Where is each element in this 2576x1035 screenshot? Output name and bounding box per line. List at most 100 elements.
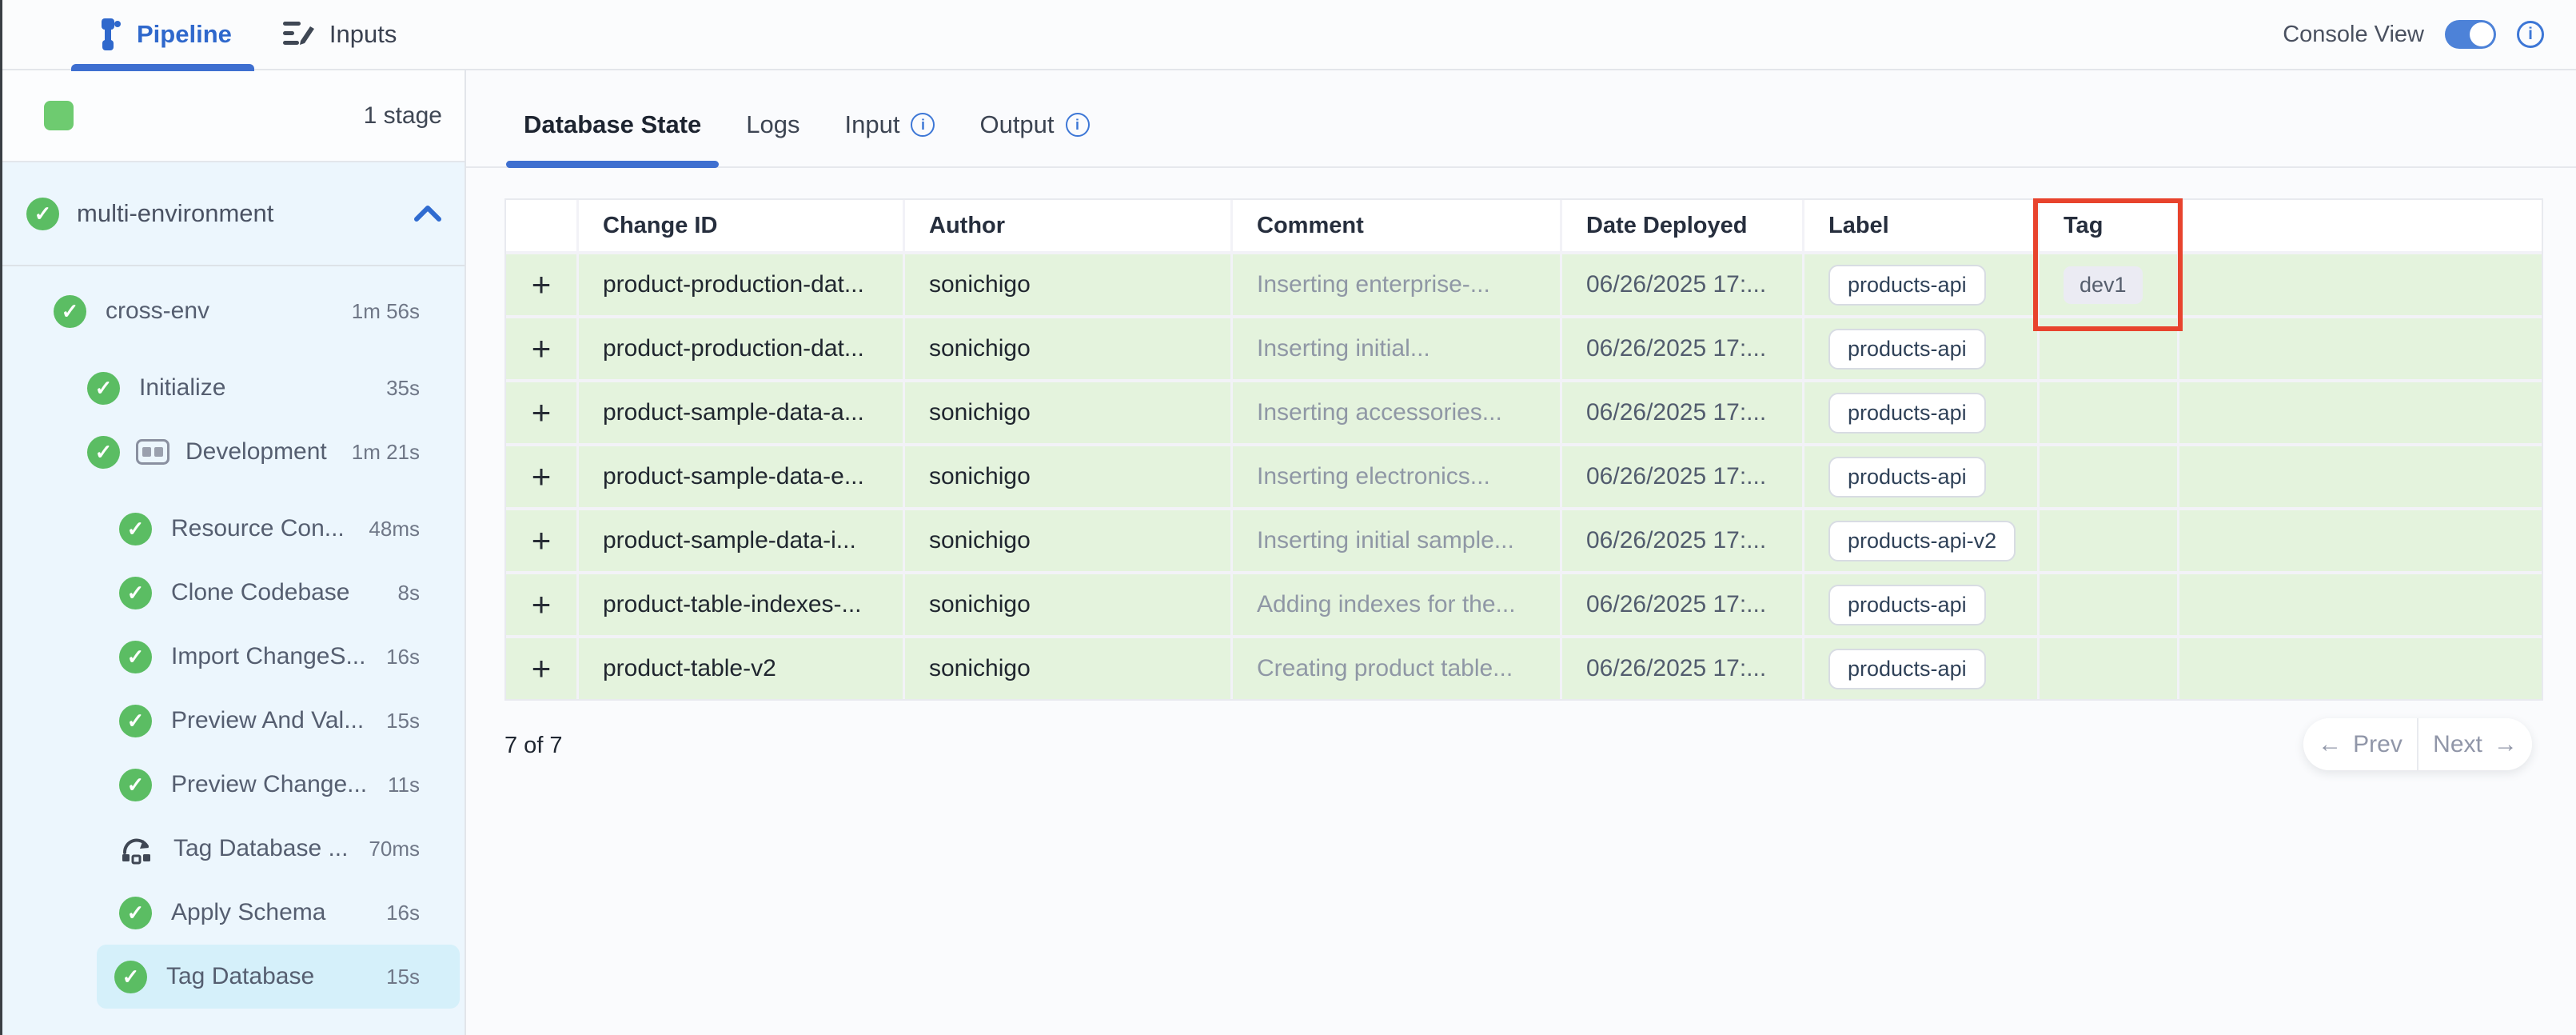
check-icon: ✓	[26, 198, 59, 230]
stage-count: 1 stage	[364, 102, 442, 130]
step-preview-change[interactable]: ✓ Preview Change... 11s	[7, 753, 460, 817]
cell-tag	[2040, 574, 2179, 635]
info-icon[interactable]: i	[2517, 21, 2544, 48]
environment-label: multi-environment	[77, 199, 273, 228]
database-state-table: Change ID Author Comment Date Deployed L…	[504, 198, 2543, 701]
expand-row-button[interactable]: +	[532, 268, 552, 302]
cell-date-deployed: 06/26/2025 17:...	[1562, 510, 1804, 571]
tab-inputs[interactable]: Inputs	[257, 0, 422, 70]
expand-row-button[interactable]: +	[532, 460, 552, 494]
step-time: 48ms	[369, 517, 420, 541]
step-time: 1m 21s	[352, 440, 420, 465]
step-label: cross-env	[106, 298, 209, 325]
label-chip: products-api-v2	[1828, 521, 2016, 561]
check-icon: ✓	[87, 372, 120, 405]
toggle-knob	[2470, 22, 2494, 46]
sidebar-item-multi-environment[interactable]: ✓ multi-environment	[2, 162, 465, 266]
tab-output[interactable]: Outputi	[960, 110, 1108, 166]
active-tab-underline	[71, 64, 254, 71]
cell-tag	[2040, 638, 2179, 699]
table-body: + product-production-dat... sonichigo In…	[506, 254, 2542, 699]
step-list: ✓ cross-env 1m 56s ✓ Initialize 35s ✓ De…	[2, 266, 465, 1009]
arrow-left-icon: ←	[2318, 731, 2342, 758]
cell-extra	[2179, 382, 2542, 443]
row-count-summary: 7 of 7	[504, 733, 2576, 759]
info-icon[interactable]: i	[911, 113, 935, 137]
cell-comment: Creating product table...	[1233, 638, 1562, 699]
prev-button[interactable]: ← Prev	[2303, 718, 2417, 770]
chevron-up-icon[interactable]	[412, 203, 444, 224]
table-row: + product-sample-data-i... sonichigo Ins…	[506, 510, 2542, 571]
table-row: + product-table-v2 sonichigo Creating pr…	[506, 638, 2542, 699]
matrix-icon	[136, 439, 169, 465]
next-button[interactable]: Next →	[2417, 718, 2532, 770]
step-clone-codebase[interactable]: ✓ Clone Codebase 8s	[7, 561, 460, 625]
step-time: 8s	[398, 581, 420, 605]
cell-date-deployed: 06/26/2025 17:...	[1562, 574, 1804, 635]
col-change-id: Change ID	[579, 200, 905, 251]
step-time: 1m 56s	[352, 299, 420, 324]
cell-tag	[2040, 318, 2179, 379]
expand-row-button[interactable]: +	[532, 396, 552, 430]
expand-row-button[interactable]: +	[532, 332, 552, 366]
cell-extra	[2179, 510, 2542, 571]
tab-label: Output	[979, 110, 1054, 139]
cell-date-deployed: 06/26/2025 17:...	[1562, 382, 1804, 443]
cell-tag	[2040, 382, 2179, 443]
step-time: 16s	[386, 901, 420, 925]
cell-author: sonichigo	[905, 254, 1233, 315]
cell-extra	[2179, 446, 2542, 507]
check-icon: ✓	[119, 641, 152, 673]
step-cross-env[interactable]: ✓ cross-env 1m 56s	[7, 279, 460, 343]
cell-comment: Inserting accessories...	[1233, 382, 1562, 443]
cell-author: sonichigo	[905, 510, 1233, 571]
step-import-changes[interactable]: ✓ Import ChangeS... 16s	[7, 625, 460, 689]
info-icon[interactable]: i	[1066, 113, 1090, 137]
label-chip: products-api	[1828, 265, 1986, 306]
step-time: 11s	[388, 773, 420, 797]
check-icon: ✓	[119, 705, 152, 737]
tab-label: Logs	[746, 110, 800, 139]
console-view-toggle[interactable]	[2445, 20, 2496, 49]
tab-label: Input	[845, 110, 900, 139]
tab-logs[interactable]: Logs	[727, 110, 819, 166]
label-chip: products-api	[1828, 585, 1986, 625]
stage-status-square[interactable]	[44, 101, 74, 130]
step-preview-and-val[interactable]: ✓ Preview And Val... 15s	[7, 689, 460, 753]
cell-change-id: product-sample-data-i...	[579, 510, 905, 571]
tag-chip: dev1	[2064, 266, 2143, 304]
label-chip: products-api	[1828, 393, 1986, 434]
step-time: 15s	[386, 709, 420, 733]
col-extra	[2179, 200, 2542, 251]
arrow-right-icon: →	[2494, 731, 2518, 758]
cell-author: sonichigo	[905, 382, 1233, 443]
expand-row-button[interactable]: +	[532, 652, 552, 685]
cell-date-deployed: 06/26/2025 17:...	[1562, 638, 1804, 699]
cell-comment: Inserting enterprise-...	[1233, 254, 1562, 315]
check-icon: ✓	[114, 961, 147, 993]
tab-database-state[interactable]: Database State	[504, 110, 720, 166]
col-expand	[506, 200, 579, 251]
step-apply-schema[interactable]: ✓ Apply Schema 16s	[7, 881, 460, 945]
label-chip: products-api	[1828, 457, 1986, 498]
table-row: + product-table-indexes-... sonichigo Ad…	[506, 574, 2542, 635]
main-panel: Database StateLogsInputiOutputi Change I…	[466, 70, 2576, 1035]
step-development[interactable]: ✓ Development 1m 21s	[7, 420, 460, 484]
pipeline-icon	[94, 18, 122, 50]
tab-input[interactable]: Inputi	[826, 110, 955, 166]
cell-author: sonichigo	[905, 318, 1233, 379]
tab-pipeline[interactable]: Pipeline	[68, 0, 257, 70]
step-resource-con[interactable]: ✓ Resource Con... 48ms	[7, 497, 460, 561]
step-tag-database[interactable]: Tag Database ... 70ms	[7, 817, 460, 881]
step-initialize[interactable]: ✓ Initialize 35s	[7, 356, 460, 420]
expand-row-button[interactable]: +	[532, 588, 552, 621]
sidebar: 1 stage ✓ multi-environment ✓ cross-env …	[2, 70, 466, 1035]
cell-change-id: product-table-indexes-...	[579, 574, 905, 635]
col-date-deployed: Date Deployed	[1562, 200, 1804, 251]
cell-change-id: product-sample-data-a...	[579, 382, 905, 443]
step-tag-database[interactable]: ✓ Tag Database 15s	[97, 945, 460, 1009]
check-icon: ✓	[119, 897, 152, 929]
cell-author: sonichigo	[905, 638, 1233, 699]
check-icon: ✓	[119, 577, 152, 609]
expand-row-button[interactable]: +	[532, 524, 552, 557]
